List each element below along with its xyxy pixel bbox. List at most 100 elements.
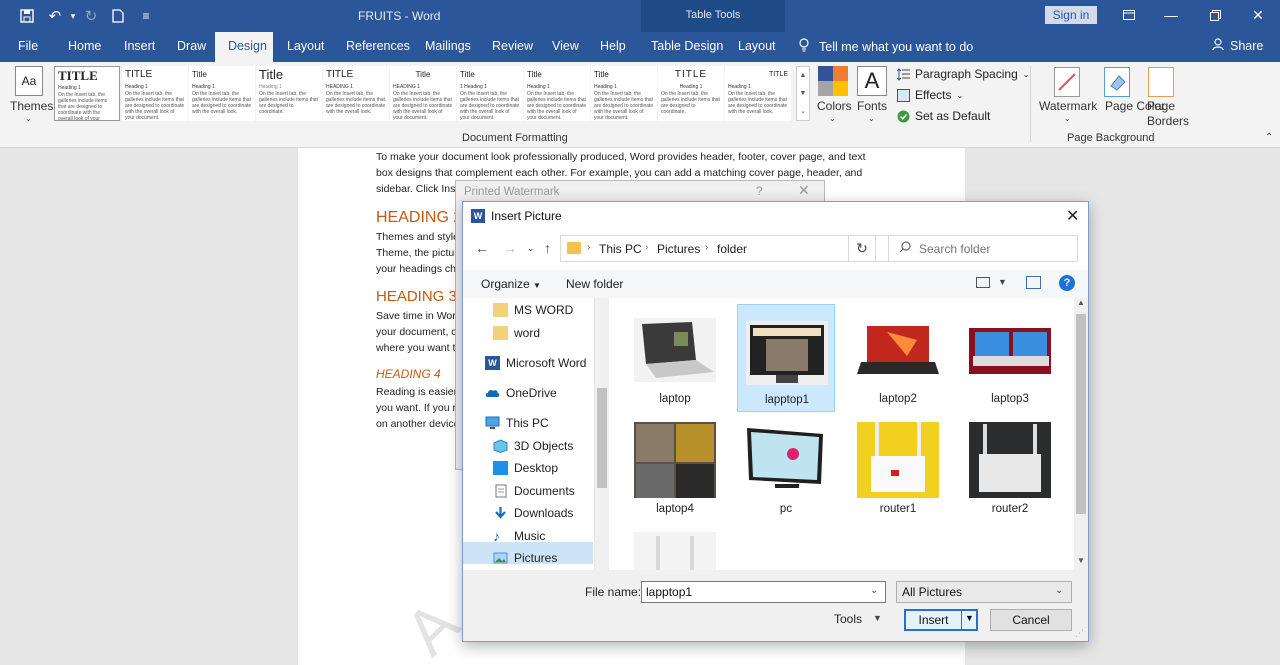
tab-layout[interactable]: Layout (287, 39, 325, 53)
nav-item-this-pc[interactable]: This PC (485, 413, 549, 433)
file-item[interactable]: pc (737, 414, 835, 522)
themes-icon[interactable]: Aa (15, 66, 43, 96)
chevron-down-icon[interactable]: ⌄ (870, 585, 878, 596)
tab-table-layout[interactable]: Layout (738, 39, 776, 53)
forward-arrow-icon[interactable]: → (503, 240, 517, 256)
fonts-icon[interactable]: A (857, 66, 887, 96)
style-set-item[interactable]: Title 1 Heading 1 On the Insert tab, the… (457, 66, 523, 121)
nav-item-music[interactable]: ♪ Music (493, 526, 545, 546)
view-dropdown-icon[interactable]: ▼ (998, 277, 1007, 287)
tab-help[interactable]: Help (600, 39, 626, 53)
tab-draw[interactable]: Draw (177, 39, 206, 53)
style-set-item[interactable]: Title Heading 1 On the Insert tab, the g… (189, 66, 255, 121)
close-window-icon[interactable]: ✕ (1247, 4, 1269, 26)
sign-in-button[interactable]: Sign in (1045, 6, 1097, 24)
page-color-icon[interactable] (1104, 67, 1130, 97)
watermark-button-label[interactable]: Watermark (1039, 99, 1097, 113)
nav-item-downloads[interactable]: Downloads (493, 503, 573, 523)
watermark-dropdown-icon[interactable]: ⌄ (1064, 114, 1071, 123)
effects-button[interactable]: Effects ⌄ (897, 88, 963, 102)
share-button[interactable]: Share (1212, 38, 1263, 54)
search-box[interactable] (888, 235, 1078, 262)
file-item[interactable]: router1 (849, 414, 947, 522)
page-borders-icon[interactable] (1148, 67, 1174, 97)
insert-button[interactable]: Insert ▼ (904, 609, 978, 631)
help-icon[interactable]: ? (756, 184, 763, 198)
help-icon[interactable]: ? (1059, 275, 1075, 291)
tab-review[interactable]: Review (492, 39, 533, 53)
minimize-icon[interactable]: — (1160, 4, 1182, 26)
refresh-icon[interactable]: ↻ (848, 235, 876, 262)
breadcrumb-pictures[interactable]: Pictures (657, 242, 700, 256)
style-set-item[interactable]: Title Heading 1 On the Insert tab, the g… (591, 66, 657, 121)
nav-item-documents[interactable]: Documents (493, 481, 575, 501)
file-item[interactable]: laptop3 (961, 304, 1059, 412)
file-name-combobox[interactable]: ⌄ (641, 581, 886, 603)
preview-pane-icon[interactable] (1026, 276, 1041, 289)
resize-grip-icon[interactable]: ⋰ (1075, 628, 1084, 639)
save-icon[interactable] (16, 6, 38, 26)
nav-item-pictures[interactable]: Pictures (493, 548, 557, 568)
style-set-item[interactable]: Title HEADING 1 On the Insert tab, the g… (390, 66, 456, 121)
tab-mailings[interactable]: Mailings (425, 39, 471, 53)
themes-button-label[interactable]: Themes (10, 99, 53, 113)
close-icon[interactable]: ✕ (798, 182, 810, 199)
tools-dropdown-icon[interactable]: ▼ (873, 613, 882, 623)
nav-item-desktop[interactable]: Desktop (493, 458, 558, 478)
file-item-selected[interactable]: lapptop1 (737, 304, 835, 412)
style-set-item[interactable]: TITLE Heading 1 On the Insert tab, the g… (54, 66, 120, 121)
style-set-item[interactable]: TITLE HEADING 1 On the Insert tab, the g… (323, 66, 389, 121)
style-set-item[interactable]: Title Heading 1 On the Insert tab, the g… (524, 66, 590, 121)
up-arrow-icon[interactable]: ↑ (544, 240, 551, 256)
nav-item-3d-objects[interactable]: 3D Objects (493, 436, 573, 456)
breadcrumb-this-pc[interactable]: This PC (599, 242, 642, 256)
file-item[interactable] (626, 524, 724, 570)
file-type-select[interactable]: All Pictures ⌄ (896, 581, 1072, 603)
style-set-item[interactable]: Title Heading 1 On the Insert tab, the g… (256, 66, 322, 121)
ribbon-display-icon[interactable] (1118, 4, 1140, 26)
tab-file[interactable]: File (18, 39, 38, 53)
colors-dropdown-icon[interactable]: ⌄ (829, 114, 836, 123)
new-folder-button[interactable]: New folder (566, 277, 623, 291)
insert-dropdown-icon[interactable]: ▼ (965, 613, 974, 623)
redo-icon[interactable]: ↻ (80, 6, 102, 26)
paragraph-spacing-button[interactable]: Paragraph Spacing ⌄ (896, 67, 1029, 81)
file-item[interactable]: laptop2 (849, 304, 947, 412)
collapse-ribbon-icon[interactable]: ⌃ (1265, 132, 1273, 143)
nav-item-microsoft-word[interactable]: W Microsoft Word (485, 353, 586, 373)
gallery-scroll[interactable]: ▲ ▼ ⌄ (796, 66, 810, 121)
view-options-icon[interactable] (976, 277, 990, 288)
tab-design[interactable]: Design (228, 39, 267, 53)
colors-button-label[interactable]: Colors (817, 99, 852, 113)
tools-button[interactable]: Tools (834, 612, 862, 626)
recent-locations-icon[interactable]: ⌄ (527, 243, 535, 254)
style-set-item[interactable]: TITLE Heading 1 On the Insert tab, the g… (122, 66, 188, 121)
organize-button[interactable]: Organize ▼ (481, 277, 541, 291)
breadcrumb-folder[interactable]: folder (717, 242, 747, 256)
customize-toolbar-icon[interactable]: ≡ (135, 6, 157, 26)
tab-insert[interactable]: Insert (124, 39, 155, 53)
nav-item-ms-word[interactable]: MS WORD (493, 300, 573, 320)
tab-references[interactable]: References (346, 39, 410, 53)
tell-me-search[interactable]: Tell me what you want to do (799, 38, 973, 55)
navigation-scroll-thumb[interactable] (597, 388, 607, 488)
page-borders-button-label[interactable]: Page Borders (1147, 99, 1189, 129)
fonts-button-label[interactable]: Fonts (857, 99, 887, 113)
watermark-icon[interactable] (1054, 67, 1080, 97)
search-input[interactable] (919, 240, 1069, 258)
fonts-dropdown-icon[interactable]: ⌄ (868, 114, 875, 123)
back-arrow-icon[interactable]: ← (475, 240, 489, 256)
nav-item-word[interactable]: word (493, 323, 540, 343)
style-set-item[interactable]: TITLE Heading 1 On the Insert tab, the g… (725, 66, 791, 121)
restore-icon[interactable] (1204, 4, 1226, 26)
file-name-input[interactable] (646, 584, 856, 600)
tab-table-design[interactable]: Table Design (651, 39, 723, 53)
file-item[interactable]: router2 (961, 414, 1059, 522)
colors-icon[interactable] (818, 66, 848, 96)
themes-dropdown-icon[interactable]: ⌄ (25, 114, 32, 123)
file-list-scroll-thumb[interactable] (1076, 314, 1086, 514)
tab-home[interactable]: Home (68, 39, 101, 53)
file-item[interactable]: laptop4 (626, 414, 724, 522)
nav-item-onedrive[interactable]: OneDrive (485, 383, 557, 403)
new-document-icon[interactable] (107, 6, 129, 26)
